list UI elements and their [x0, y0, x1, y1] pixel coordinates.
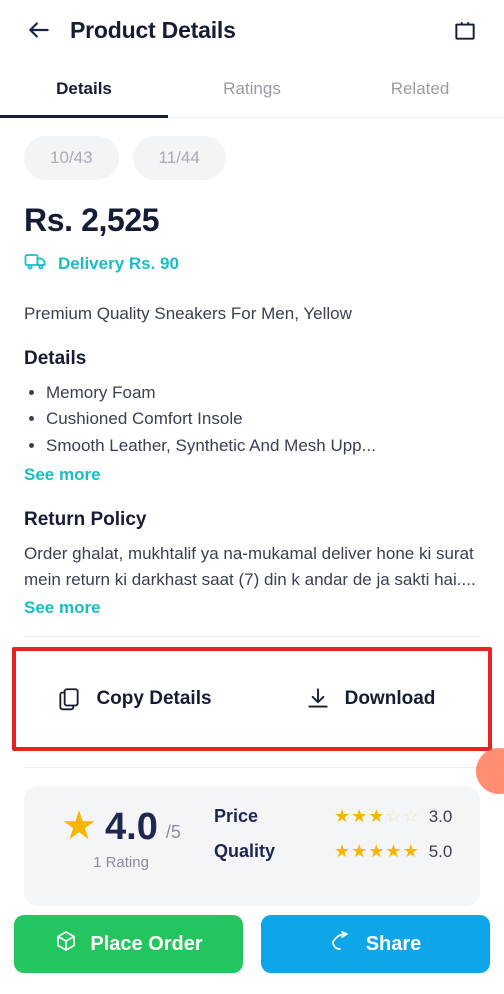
place-order-button[interactable]: Place Order	[14, 915, 243, 973]
rating-criterion-value: 3.0	[428, 806, 453, 826]
star-icon: ★	[334, 806, 351, 827]
rating-criterion-label: Quality	[214, 841, 276, 862]
star-icon: ☆	[402, 806, 419, 827]
rating-criterion-price: Price ★ ★ ★ ☆ ☆ 3.0	[214, 806, 458, 827]
share-label: Share	[365, 932, 422, 955]
list-item: Smooth Leather, Synthetic And Mesh Upp..…	[46, 433, 480, 459]
star-rating-price: ★ ★ ★ ☆ ☆	[334, 806, 419, 827]
delivery-row: Delivery Rs. 90	[24, 249, 480, 278]
action-row-highlight: Copy Details Download	[12, 647, 492, 752]
rating-average-row: ★ 4.0 /5	[61, 806, 181, 846]
tab-related[interactable]: Related	[336, 60, 504, 117]
ratings-summary-card[interactable]: ★ 4.0 /5 1 Rating Price ★ ★ ★ ☆ ☆ 3.0 Qu…	[24, 786, 480, 907]
star-icon: ★	[351, 806, 368, 827]
tab-ratings[interactable]: Ratings	[168, 60, 336, 117]
rating-criterion-value: 5.0	[428, 841, 453, 861]
back-arrow-icon[interactable]	[22, 13, 56, 47]
rating-criteria-list: Price ★ ★ ★ ☆ ☆ 3.0 Quality ★ ★ ★ ★ ★ 5.…	[214, 806, 458, 906]
rating-average-block: ★ 4.0 /5 1 Rating	[46, 806, 196, 906]
product-description: Premium Quality Sneakers For Men, Yellow	[24, 304, 352, 323]
divider	[24, 767, 480, 769]
star-icon: ☆	[385, 806, 402, 827]
truck-icon	[24, 249, 48, 278]
star-rating-quality: ★ ★ ★ ★ ★	[334, 841, 419, 862]
star-icon: ★	[351, 841, 368, 862]
size-chip-row: 10/43 11/44	[24, 136, 480, 180]
box-icon	[54, 929, 78, 959]
product-price: Rs. 2,525	[24, 202, 160, 238]
list-item: Memory Foam	[46, 380, 480, 406]
star-icon: ★	[368, 806, 385, 827]
size-chip-1[interactable]: 10/43	[24, 136, 119, 180]
star-icon: ★	[334, 841, 351, 862]
star-icon: ★	[402, 841, 419, 862]
rating-denominator: /5	[165, 822, 181, 843]
product-details-screen: Product Details Details Ratings Related …	[0, 0, 504, 994]
list-item: Cushioned Comfort Insole	[46, 406, 480, 432]
divider	[24, 636, 480, 638]
tab-details[interactable]: Details	[0, 60, 168, 118]
copy-details-label: Copy Details	[96, 688, 212, 710]
rating-average-value: 4.0	[105, 806, 158, 849]
star-icon: ★	[385, 841, 402, 862]
download-icon	[305, 686, 331, 712]
return-policy-text: Order ghalat, mukhtalif ya na-mukamal de…	[24, 544, 476, 589]
place-order-label: Place Order	[90, 932, 203, 955]
rating-criterion-quality: Quality ★ ★ ★ ★ ★ 5.0	[214, 841, 458, 862]
download-button[interactable]: Download	[252, 686, 488, 712]
details-bullet-list: Memory Foam Cushioned Comfort Insole Smo…	[24, 380, 480, 459]
share-button[interactable]: Share	[261, 915, 490, 973]
rating-count-label: 1 Rating	[93, 854, 149, 872]
app-header: Product Details	[0, 0, 504, 60]
bottom-action-bar: Place Order Share	[0, 908, 504, 994]
floating-action-bubble[interactable]	[476, 748, 504, 794]
details-section-title: Details	[24, 348, 87, 369]
copy-details-button[interactable]: Copy Details	[16, 686, 252, 712]
star-icon: ★	[368, 841, 385, 862]
star-icon: ★	[61, 804, 97, 849]
page-title: Product Details	[70, 16, 236, 43]
share-icon	[330, 929, 354, 959]
size-chip-2[interactable]: 11/44	[132, 136, 226, 180]
return-policy-see-more-link[interactable]: See more	[24, 598, 480, 618]
action-row: Copy Details Download	[16, 651, 488, 748]
delivery-fee-label: Delivery Rs. 90	[58, 253, 179, 273]
shopping-bag-icon[interactable]	[448, 13, 482, 47]
download-label: Download	[344, 688, 436, 710]
return-policy-title: Return Policy	[24, 509, 147, 531]
copy-icon	[56, 686, 82, 712]
details-content: 10/43 11/44 Rs. 2,525 Delivery Rs. 90 Pr…	[0, 118, 504, 908]
rating-criterion-label: Price	[214, 806, 259, 827]
details-see-more-link[interactable]: See more	[24, 465, 480, 485]
tab-bar: Details Ratings Related	[0, 60, 504, 118]
